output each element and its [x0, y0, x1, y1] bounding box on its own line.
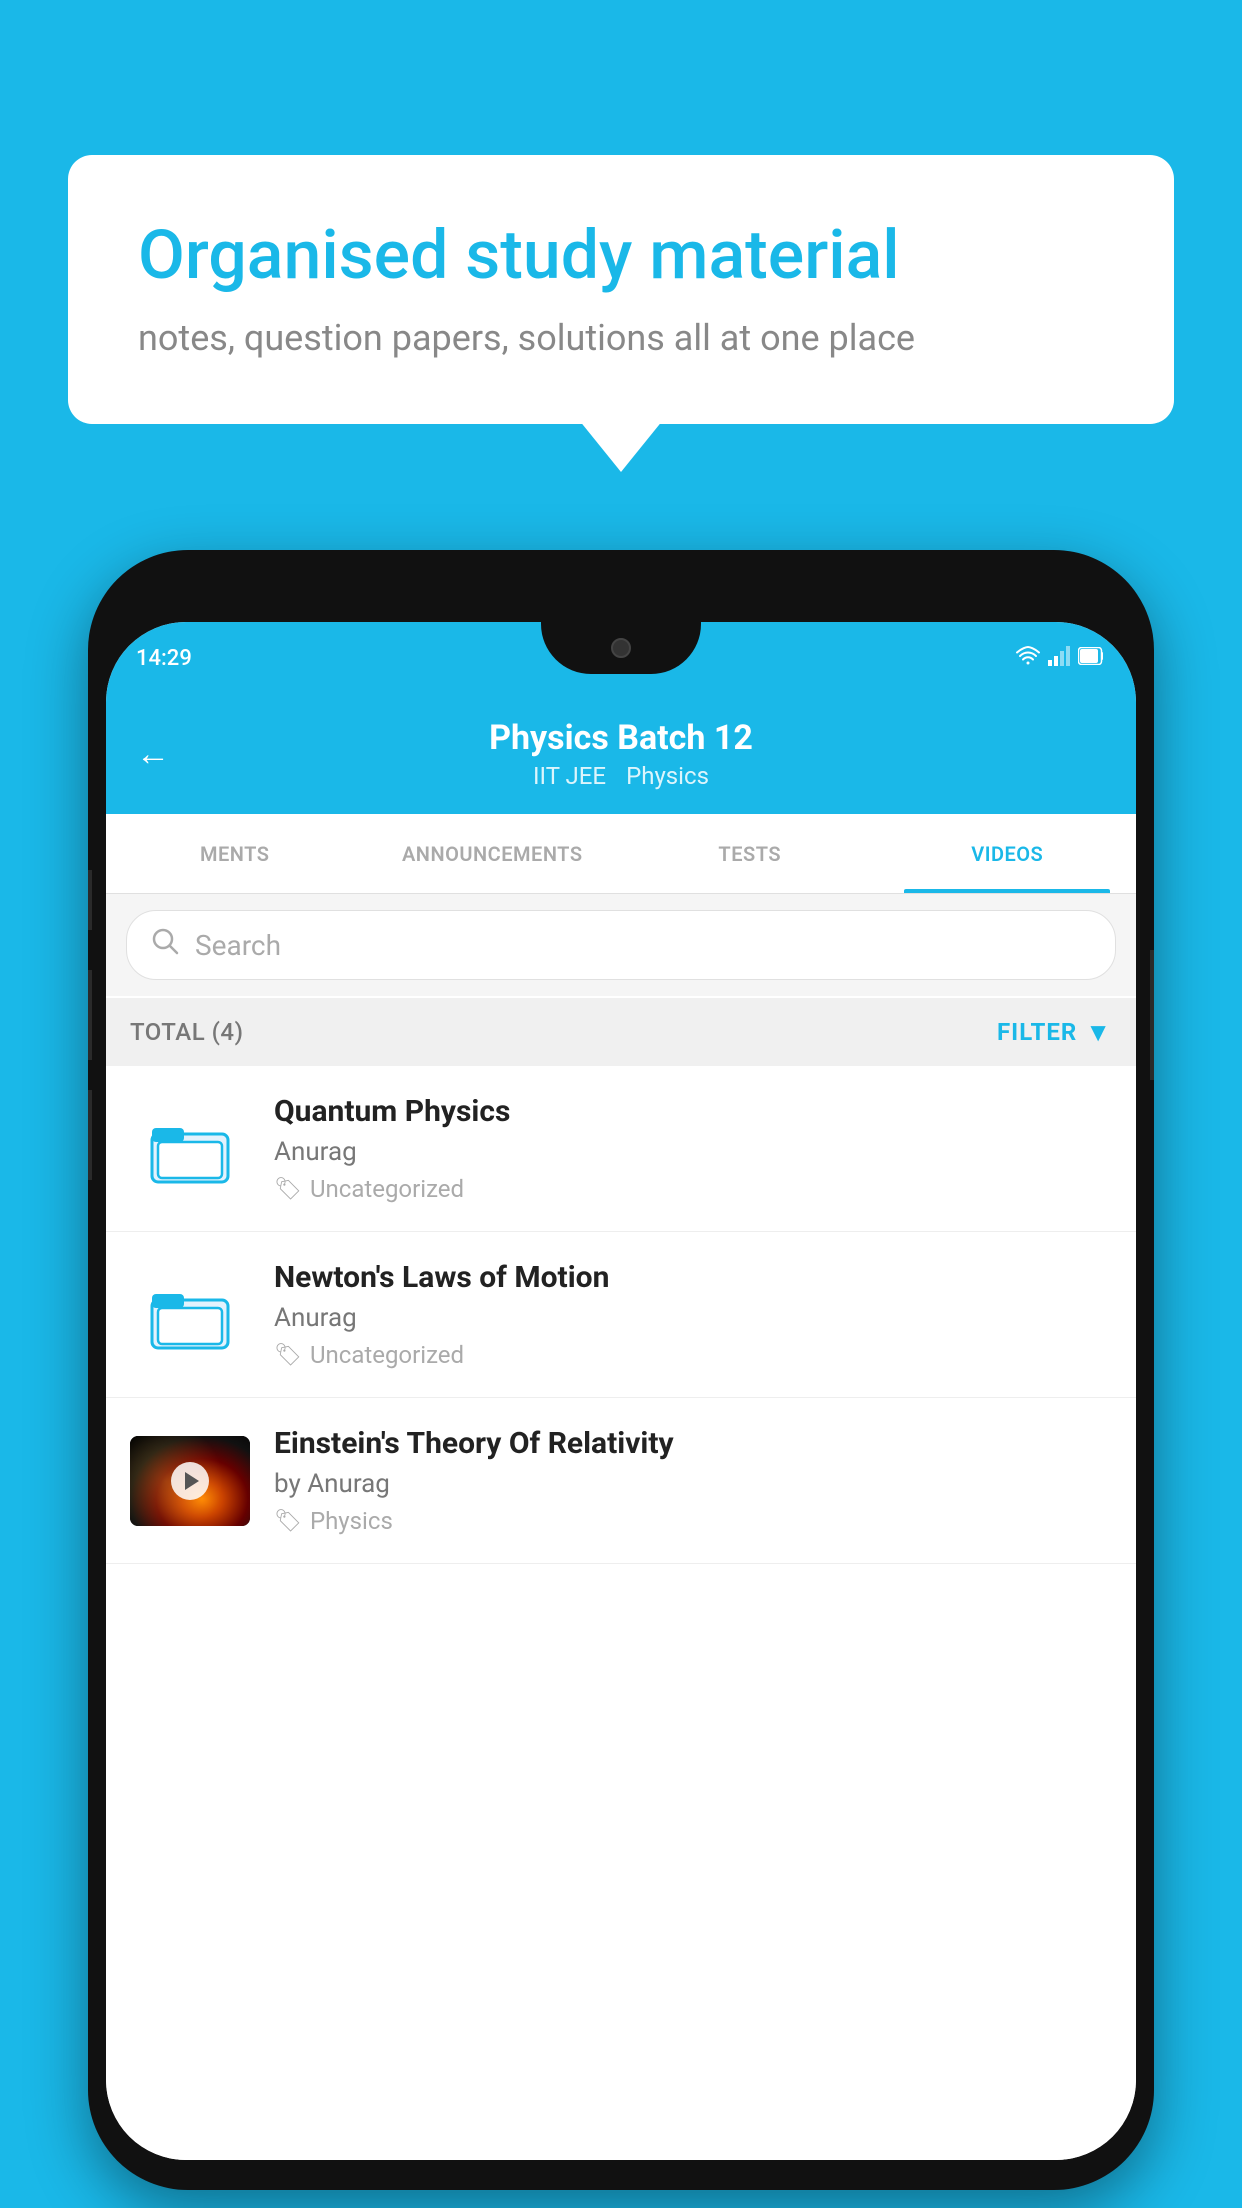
video-tag: 🏷 Uncategorized [274, 1175, 1112, 1203]
phone-frame: 14:29 [88, 550, 1154, 2190]
tab-videos[interactable]: VIDEOS [879, 814, 1137, 893]
volume-down-button [88, 970, 92, 1060]
search-bar-wrap: Search [106, 894, 1136, 996]
video-author: Anurag [274, 1303, 1112, 1333]
power-button [1150, 950, 1154, 1080]
signal-icon [1048, 646, 1070, 671]
filter-bar: TOTAL (4) FILTER ▼ [106, 998, 1136, 1066]
video-tag: 🏷 Physics [274, 1507, 1112, 1535]
video-tag: 🏷 Uncategorized [274, 1341, 1112, 1369]
search-bar[interactable]: Search [126, 910, 1116, 980]
total-label: TOTAL (4) [130, 1018, 243, 1046]
list-item[interactable]: Einstein's Theory Of Relativity by Anura… [106, 1398, 1136, 1564]
tag-label: Uncategorized [310, 1175, 464, 1203]
folder-icon-container [130, 1114, 250, 1184]
video-info: Newton's Laws of Motion Anurag 🏷 Uncateg… [274, 1260, 1112, 1369]
video-title: Quantum Physics [274, 1094, 1112, 1129]
status-bar: 14:29 [106, 622, 1136, 694]
tab-announcements[interactable]: ANNOUNCEMENTS [364, 814, 622, 893]
folder-icon [150, 1280, 230, 1350]
video-author: Anurag [274, 1137, 1112, 1167]
volume-up-button [88, 870, 92, 930]
speech-bubble-container: Organised study material notes, question… [68, 155, 1174, 424]
play-button[interactable] [171, 1462, 209, 1500]
video-info: Quantum Physics Anurag 🏷 Uncategorized [274, 1094, 1112, 1203]
status-time: 14:29 [136, 646, 192, 671]
bubble-title: Organised study material [138, 215, 1104, 297]
back-button[interactable]: ← [136, 734, 170, 774]
list-item[interactable]: Newton's Laws of Motion Anurag 🏷 Uncateg… [106, 1232, 1136, 1398]
search-icon [151, 927, 179, 963]
tab-tests[interactable]: TESTS [621, 814, 879, 893]
tabs-bar: MENTS ANNOUNCEMENTS TESTS VIDEOS [106, 814, 1136, 894]
speech-bubble: Organised study material notes, question… [68, 155, 1174, 424]
tag-icon: 🏷 [274, 1343, 302, 1368]
tag-label: Uncategorized [310, 1341, 464, 1369]
volume-down-button-2 [88, 1090, 92, 1180]
app-title: Physics Batch 12 [489, 718, 753, 758]
battery-icon [1078, 646, 1106, 670]
notch [541, 622, 701, 674]
status-icons [1016, 646, 1106, 671]
tab-ments[interactable]: MENTS [106, 814, 364, 893]
video-thumbnail [130, 1436, 250, 1526]
filter-icon: ▼ [1085, 1017, 1112, 1048]
folder-icon [150, 1114, 230, 1184]
video-author: by Anurag [274, 1469, 1112, 1499]
folder-icon-container [130, 1280, 250, 1350]
play-icon [185, 1472, 199, 1490]
app-header: ← Physics Batch 12 IIT JEE Physics [106, 694, 1136, 814]
tag-label: Physics [310, 1507, 393, 1535]
tag-icon: 🏷 [274, 1177, 302, 1202]
video-title: Newton's Laws of Motion [274, 1260, 1112, 1295]
search-placeholder: Search [195, 929, 281, 962]
subtitle-iitjee: IIT JEE [533, 762, 606, 790]
wifi-icon [1016, 646, 1040, 671]
video-info: Einstein's Theory Of Relativity by Anura… [274, 1426, 1112, 1535]
bubble-subtitle: notes, question papers, solutions all at… [138, 317, 1104, 359]
camera [611, 638, 631, 658]
list-item[interactable]: Quantum Physics Anurag 🏷 Uncategorized [106, 1066, 1136, 1232]
filter-label: FILTER [997, 1018, 1077, 1046]
video-list: Quantum Physics Anurag 🏷 Uncategorized [106, 1066, 1136, 2160]
video-title: Einstein's Theory Of Relativity [274, 1426, 1112, 1461]
phone-screen: 14:29 [106, 622, 1136, 2160]
tag-icon: 🏷 [274, 1509, 302, 1534]
filter-button[interactable]: FILTER ▼ [997, 1017, 1112, 1048]
app-subtitle: IIT JEE Physics [533, 762, 709, 790]
subtitle-physics: Physics [626, 762, 709, 790]
